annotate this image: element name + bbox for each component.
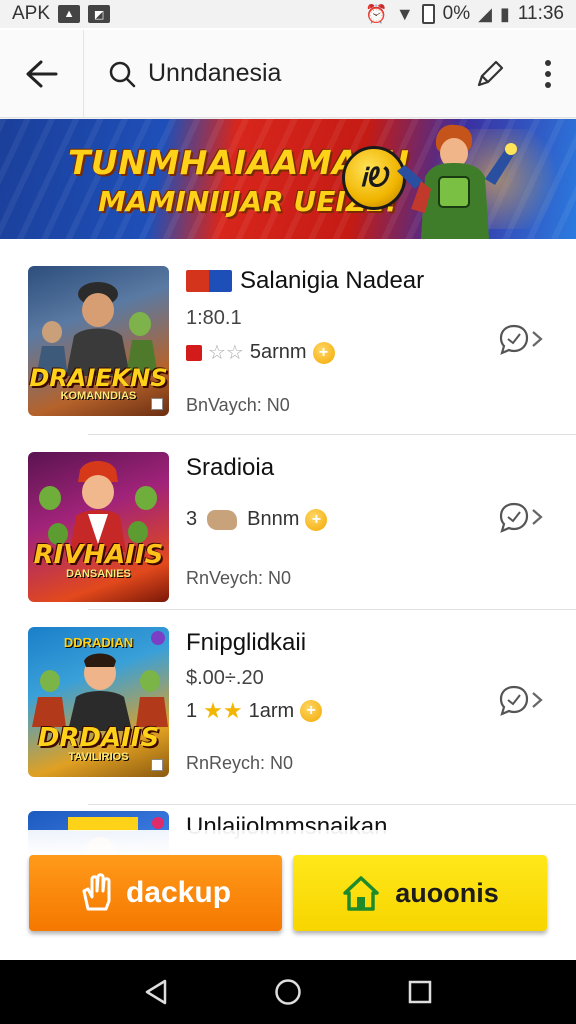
chat-bubble-icon bbox=[499, 324, 529, 355]
nav-recents-icon bbox=[408, 980, 432, 1004]
item-rating: 1 ★★ 1arm + bbox=[186, 698, 323, 724]
chat-bubble-icon bbox=[499, 685, 529, 716]
thumbnail-title: DRAIEKNS bbox=[29, 364, 168, 392]
item-chat-button[interactable] bbox=[498, 680, 552, 720]
rating-prefix: 3 bbox=[186, 508, 198, 530]
chevron-right-icon bbox=[532, 509, 543, 525]
item-subtitle: RnReych: N0 bbox=[186, 753, 294, 773]
backup-button[interactable]: dackup bbox=[29, 855, 282, 931]
banner-hero-figure bbox=[397, 124, 517, 239]
item-chat-button[interactable] bbox=[498, 497, 552, 537]
more-options-button[interactable] bbox=[520, 30, 576, 118]
game-thumbnail: RIVHAIIS DANSANIES bbox=[28, 452, 169, 602]
status-right: ⏰ ▼ 0% ◢ ▮ 11:36 bbox=[365, 3, 564, 25]
item-rating: 3 Bnnm + bbox=[186, 508, 328, 531]
search-query: Unndanesia bbox=[148, 59, 282, 87]
edit-pen-icon bbox=[477, 60, 504, 86]
item-price: $.00÷.20 bbox=[186, 667, 264, 689]
game-tag-icon bbox=[186, 270, 232, 292]
status-time: 11:36 bbox=[517, 3, 564, 24]
item-title: Fnipglidkaii bbox=[186, 629, 307, 656]
app-screen: APK ▲ ◩ ⏰ ▼ 0% ◢ ▮ 11:36 Unndanesia TUNM… bbox=[0, 0, 576, 1024]
back-arrow-icon bbox=[26, 60, 57, 87]
signal-icon: ◢ bbox=[478, 3, 492, 24]
nav-home-button[interactable] bbox=[258, 960, 318, 1024]
coin-icon: + bbox=[300, 700, 323, 722]
rating-label: Bnnm bbox=[247, 508, 300, 530]
status-left: APK ▲ ◩ bbox=[12, 3, 111, 25]
more-vert-icon bbox=[545, 59, 551, 88]
auto-button[interactable]: auoonis bbox=[293, 855, 547, 931]
item-price: 1:80.1 bbox=[186, 307, 242, 329]
game-thumbnail: DDRADIAN DRDAIIS TAVILIRIOS bbox=[28, 627, 169, 777]
auto-button-label: auoonis bbox=[395, 877, 499, 908]
thumbnail-subtitle: KOMANNDIAS bbox=[60, 390, 137, 402]
nav-back-icon bbox=[145, 979, 167, 1005]
hand-icon bbox=[82, 873, 111, 911]
list-item[interactable]: DRAIEKNS KOMANNDIAS Salanigia Nadear 1:8… bbox=[0, 240, 576, 435]
coin-icon: + bbox=[312, 341, 335, 364]
item-chat-button[interactable] bbox=[498, 319, 552, 359]
alarm-icon: ⏰ bbox=[365, 3, 388, 24]
home-icon bbox=[343, 876, 379, 911]
nav-back-button[interactable] bbox=[126, 960, 186, 1024]
sim-icon: ▮ bbox=[499, 3, 510, 24]
app-bar: Unndanesia bbox=[0, 29, 576, 118]
promo-banner[interactable]: TUNMHAIAAMAEH MAMINIIJAR UEIZE! ᎥᎧ bbox=[0, 119, 576, 239]
store-tag-icon bbox=[186, 344, 202, 361]
system-nav-bar bbox=[0, 960, 576, 1024]
chat-bubble-icon bbox=[499, 502, 529, 533]
star-empty-icon: ☆☆ bbox=[208, 342, 244, 364]
star-filled-icon: ★★ bbox=[203, 698, 243, 723]
gallery-notification-icon: ▲ bbox=[58, 5, 81, 23]
item-title: Sradioia bbox=[186, 454, 275, 481]
status-app-label: APK bbox=[12, 3, 51, 24]
thumbnail-checkbox[interactable] bbox=[151, 759, 163, 771]
search-icon bbox=[109, 61, 136, 87]
search-field[interactable]: Unndanesia bbox=[84, 30, 460, 118]
thumbnail-checkbox[interactable] bbox=[151, 398, 163, 410]
rating-label: 1arm bbox=[248, 699, 295, 722]
badge-icon bbox=[151, 631, 165, 645]
chevron-right-icon bbox=[532, 692, 543, 708]
battery-percent: 0% bbox=[442, 3, 471, 24]
item-subtitle: RnVeych: N0 bbox=[186, 568, 292, 588]
list-item[interactable]: RIVHAIIS DANSANIES Sradioia 3 Bnnm + RnV… bbox=[0, 435, 576, 610]
chevron-right-icon bbox=[532, 331, 543, 347]
nav-recents-button[interactable] bbox=[390, 960, 450, 1024]
thumbnail-subtitle: TAVILIRIOS bbox=[68, 751, 129, 763]
nav-home-icon bbox=[275, 979, 301, 1005]
item-rating: ☆☆ 5arnm + bbox=[186, 340, 335, 365]
list-item[interactable]: DDRADIAN DRDAIIS TAVILIRIOS Fnipglidkaii… bbox=[0, 610, 576, 805]
thumbnail-header: DDRADIAN bbox=[63, 635, 134, 650]
back-button[interactable] bbox=[0, 29, 84, 118]
battery-icon bbox=[421, 4, 435, 24]
item-title: Salanigia Nadear bbox=[240, 267, 425, 294]
item-subtitle: BnVaych: N0 bbox=[186, 395, 290, 415]
bottom-action-bar: dackup auoonis bbox=[0, 830, 576, 958]
rating-prefix: 1 bbox=[186, 699, 198, 722]
thumbnail-subtitle: DANSANIES bbox=[66, 568, 131, 580]
thumbnail-title: RIVHAIIS bbox=[33, 540, 164, 570]
status-bar: APK ▲ ◩ ⏰ ▼ 0% ◢ ▮ 11:36 bbox=[0, 0, 576, 28]
game-thumbnail: DRAIEKNS KOMANNDIAS bbox=[28, 266, 169, 416]
backup-button-label: dackup bbox=[125, 876, 232, 909]
wifi-icon: ▼ bbox=[395, 3, 414, 24]
edit-button[interactable] bbox=[460, 30, 520, 118]
rating-label: 5arnm bbox=[249, 341, 307, 363]
coin-icon: + bbox=[305, 508, 328, 531]
image-notification-icon: ◩ bbox=[88, 5, 111, 23]
cookie-icon bbox=[207, 509, 238, 530]
thumbnail-title: DRDAIIS bbox=[37, 723, 160, 753]
